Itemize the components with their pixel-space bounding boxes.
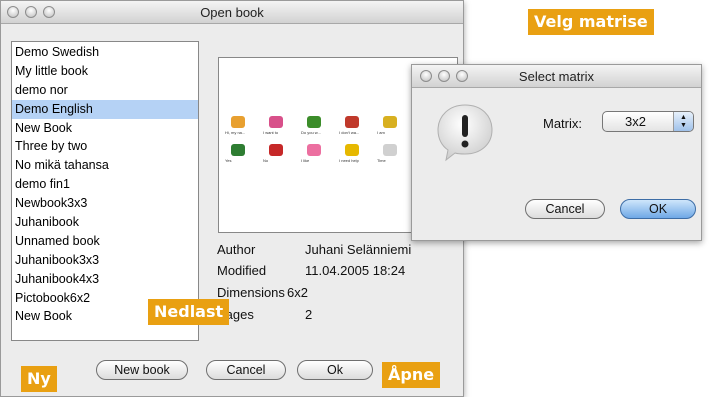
preview-caption: I like [301, 158, 310, 163]
info-dimensions-label: Dimensions [217, 285, 285, 300]
preview-caption: Hi, my na... [225, 130, 246, 135]
preview-caption: I don't wa... [339, 130, 360, 135]
list-item[interactable]: No mikä tahansa [12, 156, 198, 175]
ny-callout: Ny [21, 366, 57, 392]
matrix-select[interactable]: 3x2 ▲ ▼ [602, 111, 694, 132]
list-item[interactable]: Unnamed book [12, 232, 198, 251]
preview-caption: Time [377, 158, 386, 163]
preview-caption: I want to [263, 130, 279, 135]
alert-icon [434, 101, 496, 163]
preview-symbol [269, 116, 283, 128]
list-item[interactable]: New Book [12, 119, 198, 138]
velg-matrise-callout: Velg matrise [528, 9, 654, 35]
list-item[interactable]: Juhanibook4x3 [12, 270, 198, 289]
preview-symbol [231, 144, 245, 156]
preview-symbol [231, 116, 245, 128]
select-matrix-dialog: Select matrix Matrix: 3x2 ▲ ▼ Cancel OK [411, 64, 702, 241]
list-item[interactable]: Newbook3x3 [12, 194, 198, 213]
open-book-titlebar: Open book [1, 1, 463, 24]
info-author-value: Juhani Selänniemi [305, 242, 412, 257]
preview-caption: I need help [339, 158, 359, 163]
info-pages-value: 2 [305, 307, 313, 322]
preview-symbol [269, 144, 283, 156]
info-dimensions-value: 6x2 [287, 285, 308, 300]
cancel-button[interactable]: Cancel [206, 360, 286, 380]
list-item[interactable]: Three by two [12, 137, 198, 156]
apne-callout: Åpne [382, 362, 441, 388]
list-item[interactable]: Demo Swedish [12, 43, 198, 62]
open-book-dialog: Open book Demo Swedish My little book demo… [0, 0, 464, 397]
matrix-select-value: 3x2 [625, 114, 646, 129]
info-modified-label: Modified [217, 263, 267, 278]
preview-caption: Do you w... [301, 130, 321, 135]
matrix-ok-button[interactable]: OK [620, 199, 696, 219]
new-book-button[interactable]: New book [96, 360, 188, 380]
list-item[interactable]: demo fin1 [12, 175, 198, 194]
preview-symbol [307, 116, 321, 128]
preview-symbol [383, 116, 397, 128]
preview-symbol [383, 144, 397, 156]
ok-button[interactable]: Ok [297, 360, 373, 380]
preview-caption: No [263, 158, 269, 163]
book-list[interactable]: Demo Swedish My little book demo nor Demo E… [11, 41, 199, 341]
chevron-updown-icon: ▲ ▼ [673, 112, 693, 131]
list-item[interactable]: Juhanibook3x3 [12, 251, 198, 270]
list-item[interactable]: demo nor [12, 81, 198, 100]
matrix-cancel-button[interactable]: Cancel [525, 199, 605, 219]
open-book-title: Open book [200, 5, 264, 20]
info-modified-value: 11.04.2005 18:24 [305, 263, 406, 278]
nedlast-callout: Nedlast [148, 299, 230, 325]
preview-symbol [345, 116, 359, 128]
preview-symbol [345, 144, 359, 156]
list-item[interactable]: Demo English [12, 99, 198, 119]
list-item[interactable]: My little book [12, 62, 198, 81]
preview-caption: I am [377, 130, 385, 135]
select-matrix-title: Select matrix [518, 69, 595, 84]
select-matrix-titlebar: Select matrix [412, 65, 701, 88]
preview-symbol [307, 144, 321, 156]
matrix-label: Matrix: [543, 116, 582, 131]
info-author-label: Author [217, 242, 256, 257]
preview-caption: Yes [225, 158, 232, 163]
list-item[interactable]: Juhanibook [12, 213, 198, 232]
